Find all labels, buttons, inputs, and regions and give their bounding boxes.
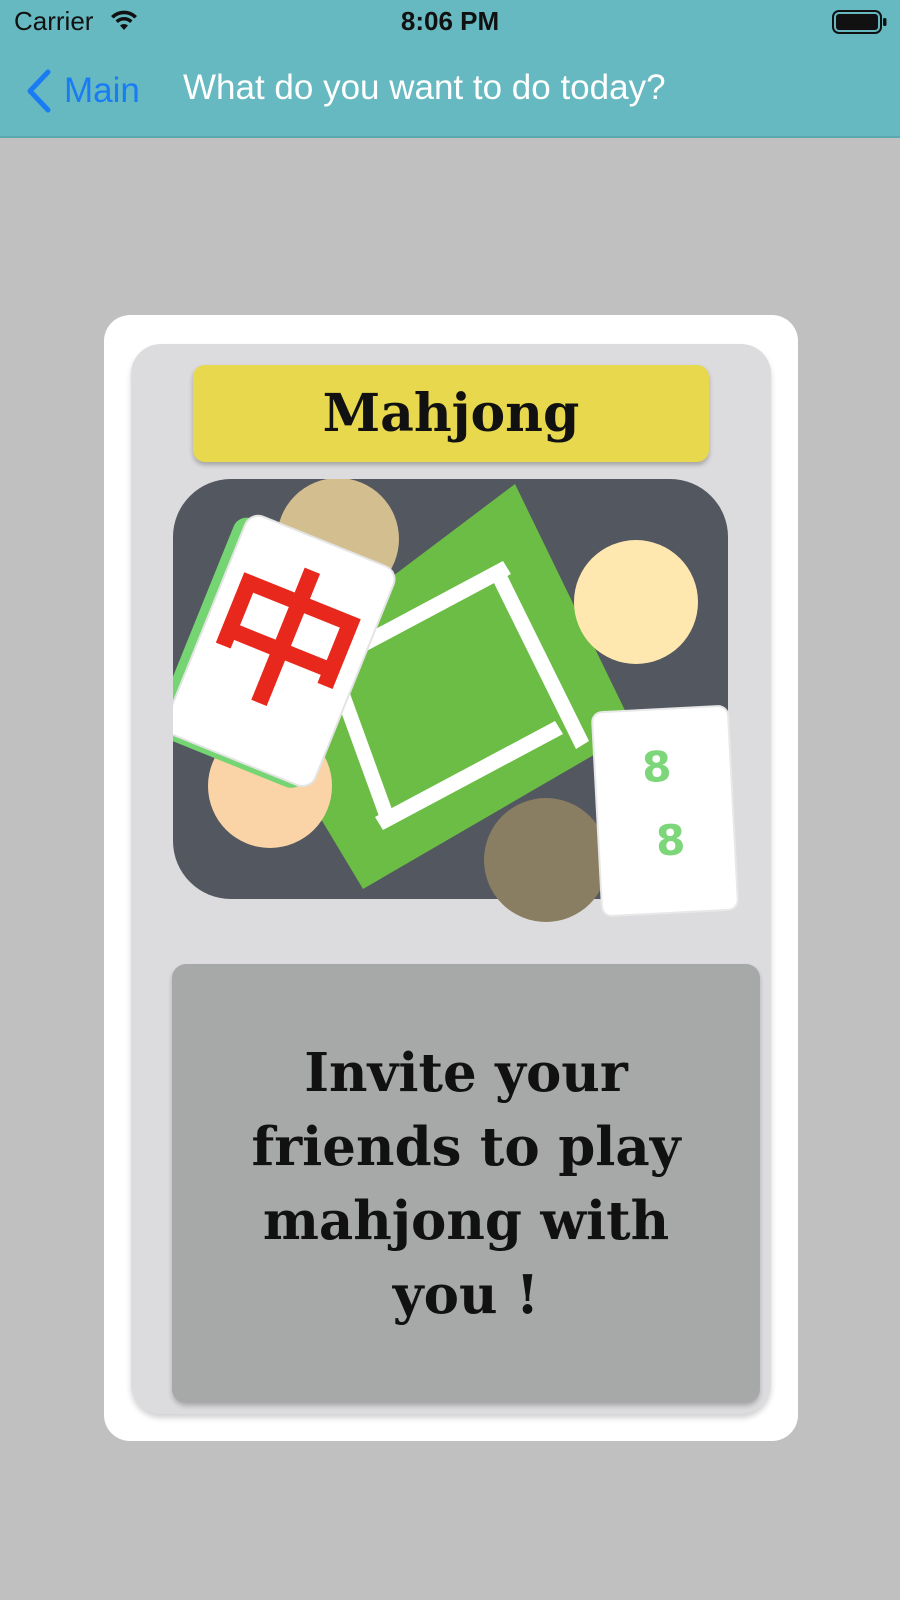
mahjong-table-illustration[interactable]: 中 8 8 bbox=[173, 479, 743, 939]
invite-friends-button[interactable]: Invite your friends to play mahjong with… bbox=[172, 964, 760, 1403]
chip-olive bbox=[484, 798, 608, 922]
invite-text: Invite your friends to play mahjong with… bbox=[251, 1041, 681, 1326]
bamboo-tile: 8 8 bbox=[591, 705, 739, 917]
back-button[interactable]: Main bbox=[24, 66, 140, 116]
game-title: Mahjong bbox=[322, 383, 580, 444]
chip-cream bbox=[574, 540, 698, 664]
status-bar: Carrier 8:06 PM bbox=[0, 0, 900, 46]
chevron-left-icon bbox=[27, 69, 51, 113]
bamboo-mark-bottom: 8 bbox=[655, 815, 687, 865]
app-header: Carrier 8:06 PM Main What do you want to… bbox=[0, 0, 900, 138]
status-time: 8:06 PM bbox=[400, 6, 500, 36]
game-card-body: Mahjong 中 8 8 Invite your friends to pla… bbox=[131, 344, 771, 1414]
navigation-bar: Main What do you want to do today? bbox=[0, 46, 900, 136]
battery-icon bbox=[832, 10, 887, 34]
bamboo-mark-top: 8 bbox=[641, 742, 673, 792]
game-title-banner: Mahjong bbox=[193, 365, 709, 462]
back-label: Main bbox=[64, 71, 140, 110]
game-card: Mahjong 中 8 8 Invite your friends to pla… bbox=[104, 315, 798, 1441]
page-title: What do you want to do today? bbox=[183, 68, 666, 107]
